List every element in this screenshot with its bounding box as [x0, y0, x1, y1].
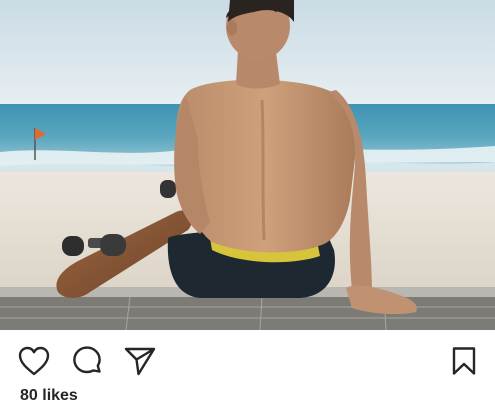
- instagram-post: 80 likes: [0, 0, 495, 400]
- comment-button[interactable]: [70, 344, 104, 378]
- share-button[interactable]: [123, 344, 157, 378]
- like-button[interactable]: [17, 344, 51, 378]
- post-photo[interactable]: [0, 0, 495, 330]
- send-icon: [124, 347, 156, 376]
- comment-icon: [73, 346, 101, 374]
- likes-count[interactable]: 80 likes: [20, 386, 78, 400]
- bookmark-icon: [452, 347, 476, 375]
- post-actions-bar: [0, 330, 495, 392]
- heart-icon: [18, 346, 50, 376]
- save-button[interactable]: [447, 344, 481, 378]
